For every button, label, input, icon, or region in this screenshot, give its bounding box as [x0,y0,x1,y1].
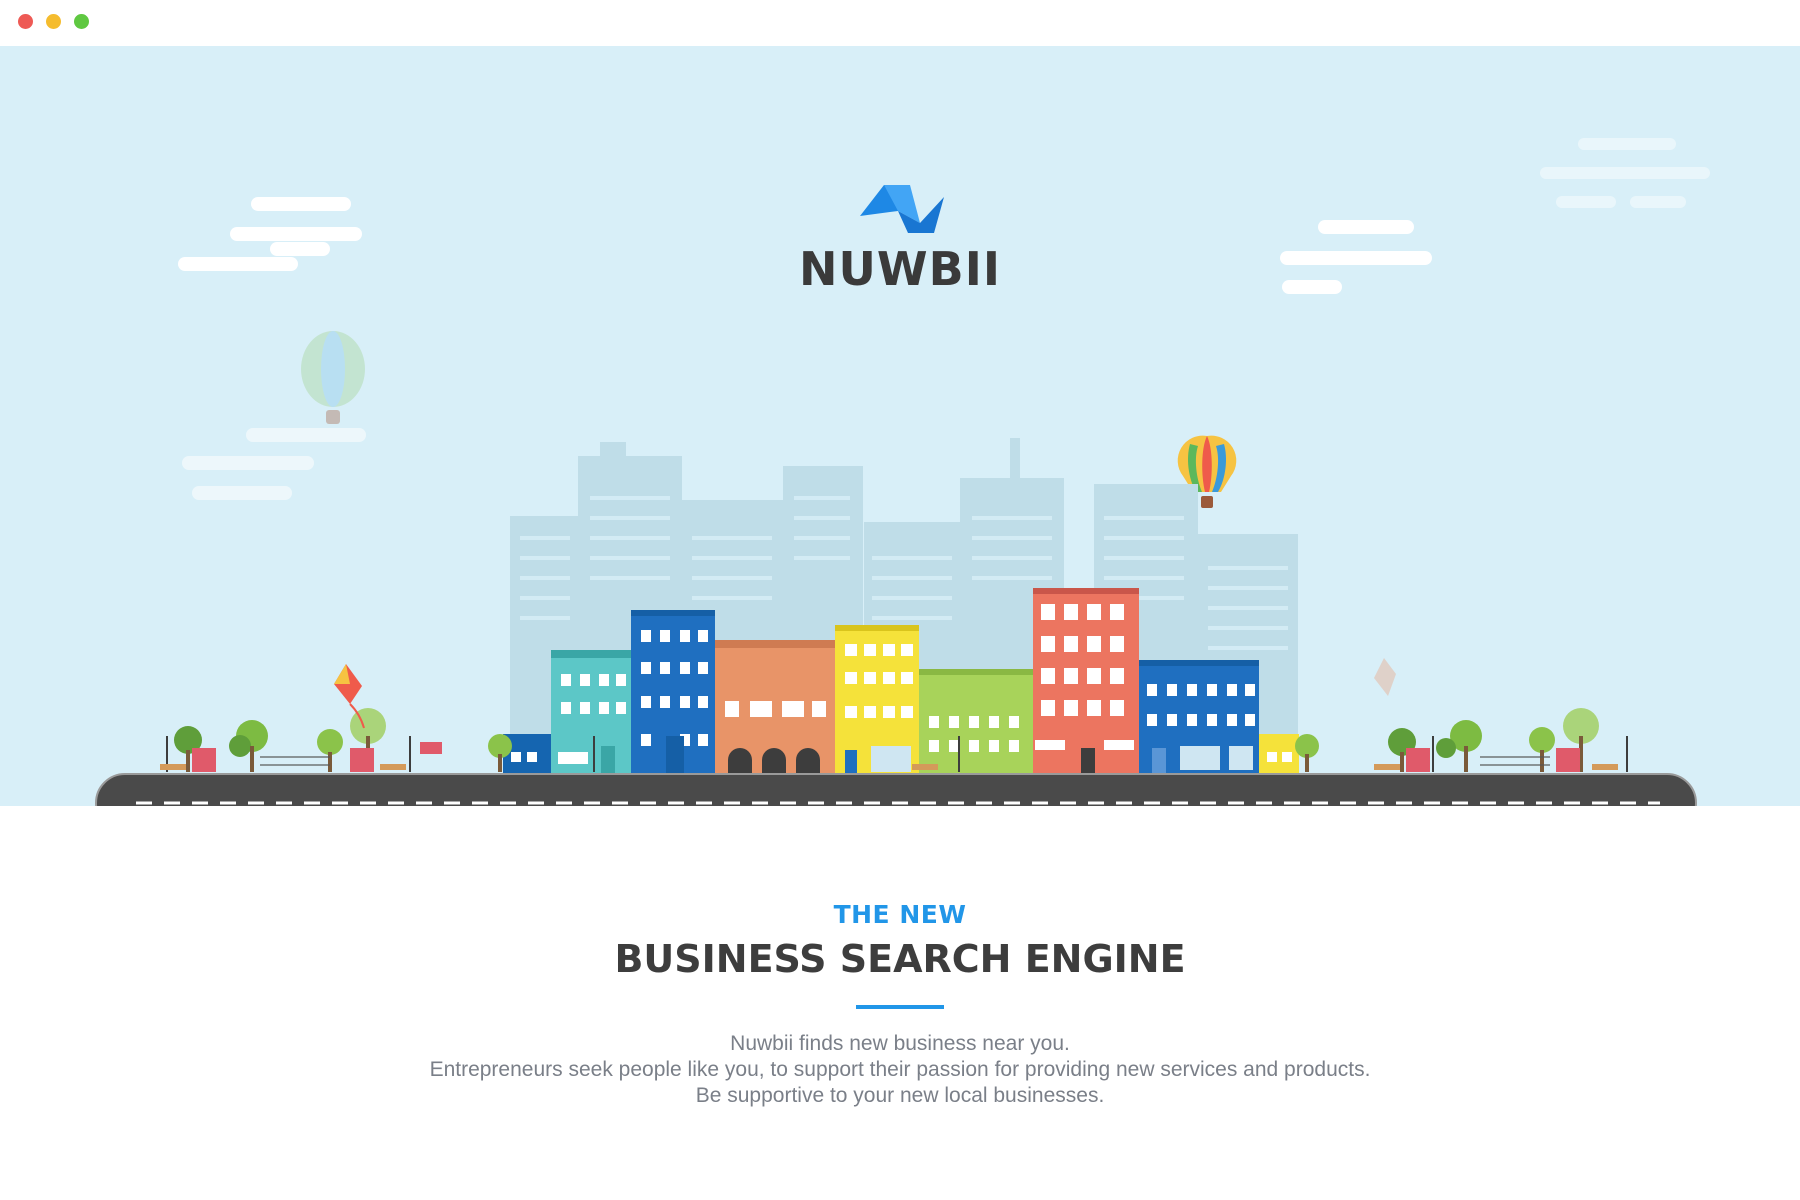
kite-faded-icon [1374,658,1396,696]
road [95,773,1697,806]
window-titlebar [0,0,1800,46]
intro-eyebrow: THE NEW [833,900,967,929]
kite-icon [334,664,365,729]
balloon-faded-icon [301,331,365,424]
maximize-window-button[interactable] [74,14,89,29]
cloud-faded-right [1540,138,1710,208]
brand-name: NUWBII [799,242,1001,296]
city-skyline-illustration [95,138,1710,806]
hero-banner: NUWBII [0,46,1800,806]
intro-description: Nuwbii finds new business near you. Entr… [0,1031,1800,1109]
headline-divider [856,1005,944,1009]
minimize-window-button[interactable] [46,14,61,29]
cloud-faded-left [182,428,366,500]
intro-line: Nuwbii finds new business near you. [730,1032,1070,1055]
intro-line: Be supportive to your new local business… [695,1084,1105,1107]
intro-line: Entrepreneurs seek people like you, to s… [429,1058,1371,1081]
intro-headline: BUSINESS SEARCH ENGINE [614,937,1186,981]
intro-section: THE NEW BUSINESS SEARCH ENGINE Nuwbii fi… [0,900,1800,1109]
close-window-button[interactable] [18,14,33,29]
nuwbii-bird-logo-icon [860,185,944,233]
